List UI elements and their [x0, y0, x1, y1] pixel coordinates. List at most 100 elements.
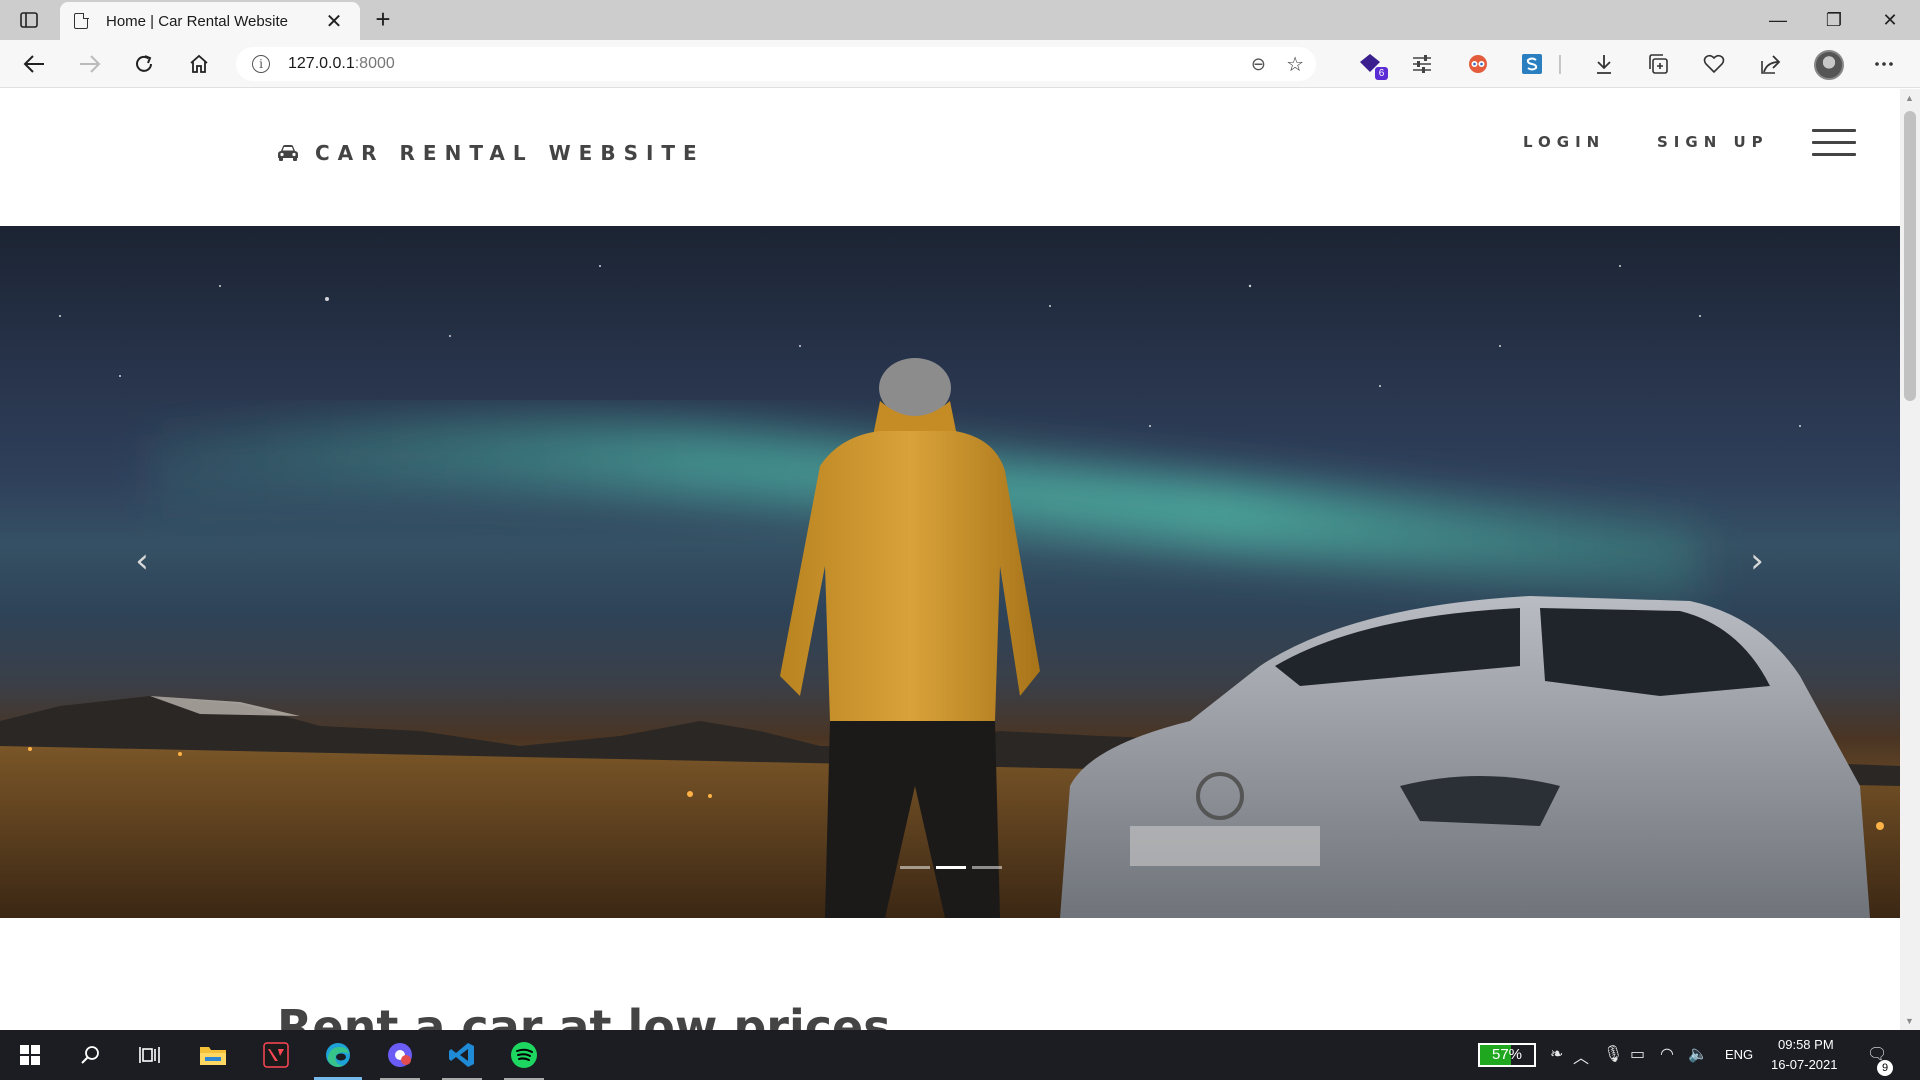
tab-actions-button[interactable]: [14, 6, 44, 34]
browser-toolbar: i 127.0.0.1:8000 ⊖ ☆ 6 |: [0, 40, 1920, 88]
chrome-canary-button[interactable]: [370, 1030, 430, 1080]
login-link[interactable]: LOGIN: [1523, 133, 1605, 151]
url-port: :8000: [354, 55, 395, 72]
page-scrollbar[interactable]: ▲ ▼: [1900, 89, 1920, 1030]
home-button[interactable]: [181, 48, 217, 80]
hero-image: [0, 265, 1900, 918]
carousel-prev-button[interactable]: ‹: [127, 544, 157, 578]
share-button[interactable]: [1756, 50, 1784, 78]
new-tab-button[interactable]: +: [368, 5, 398, 35]
extension-badge: 6: [1375, 67, 1388, 80]
info-icon[interactable]: i: [252, 55, 270, 73]
clock-date[interactable]: 16-07-2021: [1771, 1057, 1838, 1072]
carousel-indicator-1[interactable]: [900, 866, 930, 869]
section-title: Rent a car at low prices: [277, 1000, 891, 1030]
scroll-thumb[interactable]: [1904, 111, 1916, 401]
download-icon: [1597, 55, 1611, 74]
toolbar-divider: |: [1557, 52, 1563, 75]
search-icon: [81, 1046, 99, 1064]
s-logo-icon: [1522, 54, 1542, 74]
collections-icon: [1649, 54, 1668, 74]
carousel-next-button[interactable]: ›: [1742, 544, 1772, 578]
battery-icon[interactable]: ▭: [1630, 1044, 1645, 1064]
signup-link[interactable]: SIGN UP: [1657, 133, 1769, 151]
chevron-up-icon[interactable]: ︿: [1573, 1044, 1589, 1068]
carousel-indicators: [900, 866, 1002, 869]
battery-indicator[interactable]: 57%: [1478, 1043, 1536, 1067]
sliders-icon: [1413, 55, 1431, 73]
url-host: 127.0.0.1: [288, 55, 355, 72]
language-indicator[interactable]: ENG: [1725, 1047, 1753, 1062]
performance-button[interactable]: [1700, 50, 1728, 78]
folder-icon: [200, 1047, 226, 1065]
page-viewport: CAR RENTAL WEBSITE LOGIN SIGN UP ‹ › Ren…: [0, 89, 1900, 1030]
browser-tab-active[interactable]: Home | Car Rental Website ✕: [60, 2, 360, 40]
collections-button[interactable]: [1644, 50, 1672, 78]
tab-title: Home | Car Rental Website: [106, 12, 289, 30]
extension-character-button[interactable]: [1464, 50, 1492, 78]
restore-button[interactable]: ❐: [1806, 0, 1862, 40]
zoom-out-icon[interactable]: ⊖: [1251, 54, 1266, 75]
minimize-button[interactable]: —: [1750, 0, 1806, 40]
discord-like-icon: [388, 1043, 412, 1067]
vscode-button[interactable]: [432, 1030, 492, 1080]
start-button[interactable]: [0, 1030, 60, 1080]
extension-sliders-button[interactable]: [1408, 50, 1436, 78]
refresh-button[interactable]: [126, 48, 162, 80]
windows-logo-icon: [20, 1045, 40, 1065]
close-window-button[interactable]: ✕: [1862, 0, 1918, 40]
spotify-button[interactable]: [494, 1030, 554, 1080]
site-header: CAR RENTAL WEBSITE LOGIN SIGN UP: [0, 89, 1900, 226]
back-button[interactable]: [16, 48, 52, 80]
downloads-button[interactable]: [1590, 50, 1618, 78]
windows-taskbar: 57% ❧ ︿ 🎙 ▭ ◠ 🔈 ENG 09:58 PM 16-07-2021 …: [0, 1030, 1920, 1080]
brand-logo[interactable]: CAR RENTAL WEBSITE: [277, 141, 705, 165]
heart-pulse-icon: [1703, 54, 1725, 74]
refresh-icon: [136, 55, 152, 72]
edge-button[interactable]: [308, 1030, 368, 1080]
vscode-icon: [449, 1043, 474, 1067]
spotify-icon: [511, 1042, 537, 1068]
edge-icon: [326, 1043, 350, 1067]
forward-button[interactable]: [72, 48, 108, 80]
valorant-icon: [263, 1042, 289, 1068]
scroll-up-icon[interactable]: ▲: [1905, 93, 1914, 103]
carousel-indicator-3[interactable]: [972, 866, 1002, 869]
scroll-down-icon[interactable]: ▼: [1905, 1016, 1914, 1026]
hamburger-bar: [1812, 129, 1856, 132]
microphone-icon[interactable]: 🎙: [1603, 1044, 1623, 1064]
search-button[interactable]: [60, 1030, 120, 1080]
clock-time[interactable]: 09:58 PM: [1778, 1037, 1834, 1052]
hamburger-bar: [1812, 153, 1856, 156]
page-icon: [74, 12, 89, 29]
share-icon: [1761, 55, 1781, 74]
profile-avatar[interactable]: [1814, 50, 1844, 80]
tab-close-icon[interactable]: ✕: [322, 9, 346, 34]
address-bar[interactable]: i 127.0.0.1:8000 ⊖ ☆: [236, 47, 1316, 81]
car-icon: [278, 145, 298, 161]
leaf-icon[interactable]: ❧: [1550, 1044, 1563, 1064]
battery-percent: 57%: [1491, 1046, 1523, 1063]
character-face-icon: [1469, 55, 1487, 73]
file-explorer-button[interactable]: [183, 1030, 243, 1080]
wifi-icon[interactable]: ◠: [1660, 1044, 1674, 1064]
notification-count: 9: [1877, 1060, 1893, 1076]
ellipsis-icon: [1875, 62, 1893, 66]
extension-s-button[interactable]: [1518, 50, 1546, 78]
task-view-button[interactable]: [120, 1030, 180, 1080]
browser-tab-bar: Home | Car Rental Website ✕ + — ❐ ✕: [0, 0, 1920, 40]
add-favorite-icon[interactable]: ☆: [1286, 52, 1304, 77]
brand-name: CAR RENTAL WEBSITE: [315, 141, 705, 165]
extension-purple-button[interactable]: 6: [1356, 50, 1388, 80]
valorant-button[interactable]: [246, 1030, 306, 1080]
carousel-indicator-2[interactable]: [936, 866, 966, 869]
menu-toggle-button[interactable]: [1812, 129, 1856, 157]
arrow-left-icon: [23, 55, 44, 73]
home-icon: [190, 54, 208, 73]
task-view-icon: [139, 1047, 160, 1063]
volume-icon[interactable]: 🔈: [1688, 1044, 1708, 1064]
arrow-right-icon: [80, 55, 101, 73]
more-menu-button[interactable]: [1870, 50, 1898, 78]
tab-actions-icon: [20, 12, 38, 28]
hero-carousel: ‹ ›: [0, 226, 1900, 918]
